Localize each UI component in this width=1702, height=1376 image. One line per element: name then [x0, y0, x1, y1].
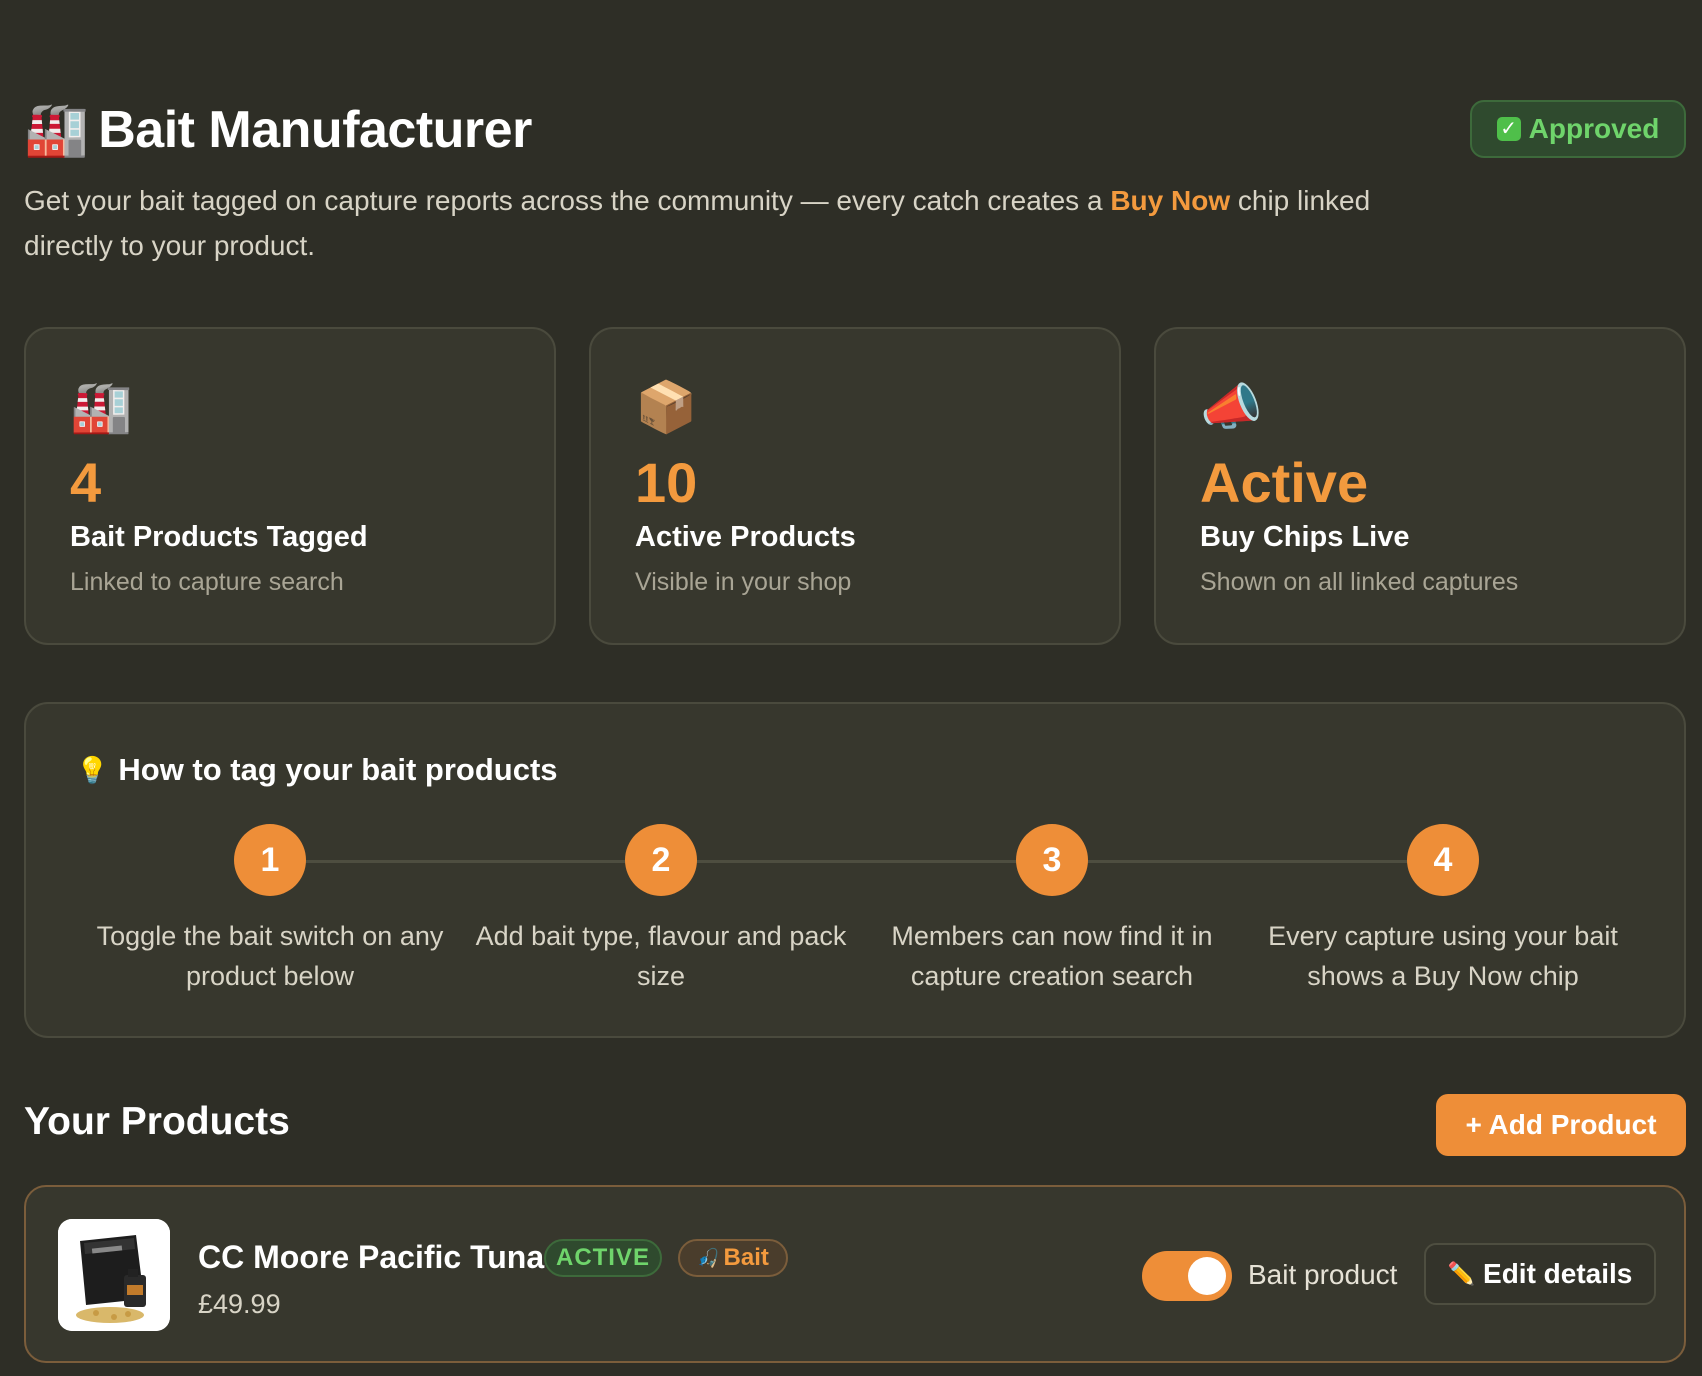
step-text: Members can now find it in capture creat…: [891, 921, 1213, 991]
bait-badge: 🎣 Bait: [678, 1239, 788, 1277]
edit-details-label: Edit details: [1483, 1258, 1633, 1289]
stat-subtext: Linked to capture search: [70, 568, 344, 596]
bait-badge-label: Bait: [723, 1244, 769, 1271]
stat-label: Active Products: [635, 521, 856, 553]
bait-bag-image: [58, 1219, 170, 1331]
subtitle-text: Get your bait tagged on capture reports …: [24, 185, 1111, 216]
approved-label: Approved: [1528, 113, 1660, 144]
stat-value: Active: [1200, 451, 1369, 514]
edit-details-button[interactable]: ✏️ Edit details: [1424, 1243, 1656, 1305]
stat-value: 10: [635, 451, 698, 514]
page-title-text: Bait Manufacturer: [98, 101, 532, 159]
product-row: CC Moore Pacific Tuna ACTIVE 🎣 Bait £49.…: [24, 1185, 1686, 1363]
stat-card-bait-products: 🏭 4 Bait Products Tagged Linked to captu…: [24, 327, 556, 645]
factory-icon: 🏭: [24, 101, 89, 159]
step-4: 4 Every capture using your bait shows a …: [1253, 824, 1633, 996]
stat-card-active-products: 📦 10 Active Products Visible in your sho…: [589, 327, 1121, 645]
step-number: 2: [625, 824, 697, 896]
buy-now-highlight: Buy Now: [1110, 185, 1231, 216]
step-text: Every capture using your bait shows a Bu…: [1268, 921, 1618, 991]
step-text: Toggle the bait switch on any product be…: [96, 921, 444, 991]
products-section-title: Your Products: [24, 1100, 290, 1143]
stat-value: 4: [70, 451, 102, 514]
bait-product-toggle-label: Bait product: [1248, 1259, 1398, 1290]
approved-status-badge: ✓ Approved: [1470, 100, 1686, 158]
page-header: 🏭 Bait Manufacturer ✓ Approved Get your …: [24, 100, 1686, 268]
toggle-knob: [1188, 1257, 1226, 1295]
stat-label: Buy Chips Live: [1200, 521, 1410, 553]
step-2: 2 Add bait type, flavour and pack size: [471, 824, 851, 996]
step-3: 3 Members can now find it in capture cre…: [862, 824, 1242, 996]
megaphone-icon: 📣: [1200, 379, 1263, 435]
title-row: 🏭 Bait Manufacturer ✓ Approved: [24, 100, 1686, 160]
check-icon: ✓: [1496, 117, 1521, 141]
factory-icon: 🏭: [70, 379, 133, 435]
step-number: 1: [234, 824, 306, 896]
lightbulb-icon: 💡: [76, 755, 109, 785]
stat-subtext: Shown on all linked captures: [1200, 568, 1519, 596]
bait-manufacturer-page: 🏭 Bait Manufacturer ✓ Approved Get your …: [0, 0, 1702, 1376]
step-number: 3: [1016, 824, 1088, 896]
stat-subtext: Visible in your shop: [635, 568, 852, 596]
stats-row: 🏭 4 Bait Products Tagged Linked to captu…: [24, 327, 1686, 645]
add-product-button[interactable]: + Add Product: [1436, 1094, 1686, 1156]
product-name: CC Moore Pacific Tuna: [198, 1239, 545, 1275]
product-thumbnail[interactable]: [58, 1219, 170, 1331]
step-number: 4: [1407, 824, 1479, 896]
bait-product-toggle[interactable]: [1142, 1251, 1232, 1301]
how-to-panel: 💡 How to tag your bait products 1 Toggle…: [24, 702, 1686, 1038]
stat-label: Bait Products Tagged: [70, 521, 368, 553]
pencil-icon: ✏️: [1447, 1261, 1476, 1286]
page-subtitle: Get your bait tagged on capture reports …: [24, 178, 1464, 268]
product-price: £49.99: [198, 1289, 281, 1319]
stat-card-buy-chips: 📣 Active Buy Chips Live Shown on all lin…: [1154, 327, 1686, 645]
fishing-rod-icon: 🎣: [697, 1248, 720, 1268]
product-status-badge: ACTIVE: [544, 1239, 662, 1277]
how-to-title-text: How to tag your bait products: [118, 752, 558, 787]
package-icon: 📦: [635, 379, 698, 435]
how-to-title: 💡 How to tag your bait products: [76, 752, 558, 788]
step-text: Add bait type, flavour and pack size: [475, 921, 847, 991]
page-title: 🏭 Bait Manufacturer: [24, 100, 532, 160]
step-1: 1 Toggle the bait switch on any product …: [80, 824, 460, 996]
